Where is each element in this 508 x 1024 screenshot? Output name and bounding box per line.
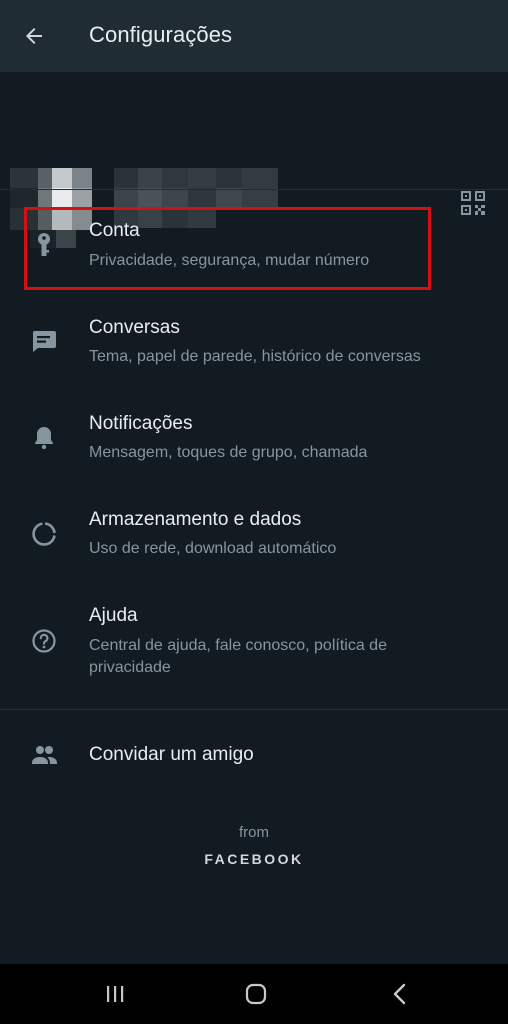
chat-icon — [30, 327, 58, 355]
divider — [0, 709, 508, 710]
app-bar: Configurações — [0, 0, 508, 72]
settings-item-notifications[interactable]: Notificações Mensagem, toques de grupo, … — [0, 397, 508, 493]
settings-item-title: Conversas — [89, 317, 180, 338]
data-usage-icon — [30, 520, 58, 548]
recents-button[interactable] — [95, 978, 135, 1010]
arrow-back-icon — [26, 28, 42, 44]
recents-icon — [107, 986, 124, 1002]
settings-item-storage[interactable]: Armazenamento e dados Uso de rede, downl… — [0, 493, 508, 589]
divider — [0, 189, 508, 190]
settings-item-title: Notificações — [89, 413, 193, 434]
home-icon — [245, 983, 267, 1005]
page-title: Configurações — [89, 22, 233, 47]
people-icon — [30, 741, 58, 769]
settings-item-title: Conta — [89, 220, 140, 241]
settings-item-chats[interactable]: Conversas Tema, papel de parede, históri… — [0, 300, 508, 396]
nav-back-icon — [393, 983, 406, 1005]
key-icon — [30, 231, 58, 259]
settings-item-title: Ajuda — [89, 605, 138, 626]
nav-back-button[interactable] — [380, 978, 420, 1010]
invite-friend-label: Convidar um amigo — [89, 744, 254, 765]
bell-icon — [30, 423, 58, 451]
profile-row[interactable] — [0, 72, 508, 248]
settings-item-subtitle: Privacidade, segurança, mudar número — [89, 252, 370, 269]
footer-from: from — [239, 824, 269, 841]
settings-item-title: Armazenamento e dados — [89, 509, 302, 530]
settings-item-subtitle: Uso de rede, download automático — [89, 540, 337, 557]
settings-item-subtitle: Mensagem, toques de grupo, chamada — [89, 444, 368, 461]
facebook-brand: FACEBOOK — [204, 851, 304, 867]
home-button[interactable] — [236, 978, 276, 1010]
invite-friend-item[interactable]: Convidar um amigo — [0, 722, 508, 788]
system-nav-bar — [0, 964, 508, 1024]
back-button[interactable] — [16, 18, 52, 54]
settings-item-help[interactable]: Ajuda Central de ajuda, fale conosco, po… — [0, 590, 508, 706]
settings-item-subtitle: Tema, papel de parede, histórico de conv… — [89, 348, 421, 365]
settings-item-account[interactable]: Conta Privacidade, segurança, mudar núme… — [0, 207, 508, 290]
help-icon — [30, 627, 58, 655]
settings-item-subtitle: Central de ajuda, fale conosco, política… — [89, 637, 387, 676]
